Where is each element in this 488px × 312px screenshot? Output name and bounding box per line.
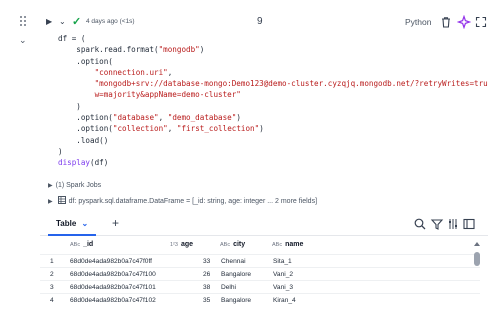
column-header-age[interactable]: 1²3 age [170,236,193,254]
table-row[interactable]: 3 68d0de4ada982b0a7c47f101 38 Delhi Vani… [40,280,480,293]
code-string: "demo_database" [167,113,237,123]
result-table: ABc _id 1²3 age ABc city ABc name 1 68d0de4a… [40,236,480,306]
code-string: "mongodb+srv://database-mongo:Demo123@de… [94,79,488,89]
code-token: df = ( [58,34,86,43]
cell-id: 68d0de4ada982b0a7c47f102 [70,297,156,304]
code-string: "database" [112,113,159,123]
code-line: .option("collection", "first_collection"… [58,123,483,134]
type-icon: ABc [220,242,231,248]
collapse-cell-chevron-icon[interactable]: ⌄ [19,36,27,45]
search-icon[interactable] [413,217,427,231]
code-editor[interactable]: df = ( spark.read.format("mongodb") .opt… [58,33,488,169]
expand-icon[interactable] [474,15,488,29]
spark-jobs-toggle[interactable]: ▶ (1) Spark Jobs [48,181,101,191]
table-header: ABc _id 1²3 age ABc city ABc name [40,236,480,254]
code-line: .option("database", "demo_database") [58,112,483,123]
column-name: city [233,241,246,248]
filter-icon[interactable] [430,217,444,231]
column-name: age [180,241,194,248]
code-string: "mongodb" [158,45,200,55]
code-token: .option( [58,56,113,66]
table-row[interactable]: 4 68d0de4ada982b0a7c47f102 35 Bangalore … [40,293,480,306]
code-token: ) [199,45,205,55]
chevron-right-icon: ▶ [48,199,53,205]
code-line: ) [58,101,483,112]
sparkle-icon[interactable] [456,14,472,30]
code-token: (df) [90,158,109,168]
tab-table-label: Table [56,219,77,228]
tab-table[interactable]: Table ⌄ [48,212,97,236]
code-string: "collection" [112,124,168,134]
cell-gutter: ⌄ [0,0,40,312]
code-token: ) [259,124,264,134]
code-line: display(df) [58,157,483,168]
execution-count: 9 [257,16,263,27]
dataframe-variable: df: [68,198,77,205]
code-token: ) [58,101,81,111]
code-line: spark.read.format("mongodb") [58,44,483,55]
scroll-thumb[interactable] [474,252,480,266]
column-header-name[interactable]: ABc name [272,236,303,254]
dataframe-schema-toggle[interactable]: ▶ df: pyspark.sql.dataframe.DataFrame = … [48,196,317,208]
code-token: ) [236,113,241,123]
cell-toolbar: ▶ ⌄ ✓ 4 days ago (<1s) 9 Python [40,12,488,32]
cell-age: 35 [203,297,211,304]
code-line: .load() [58,135,483,146]
code-line: "connection.uri", [58,67,483,78]
code-token: ) [58,146,63,156]
code-token: , [158,113,168,123]
code-string: w=majority&appName=demo-cluster" [94,90,241,100]
panel-icon[interactable] [462,217,476,231]
spark-jobs-label: (1) Spark Jobs [55,182,102,189]
chevron-down-icon[interactable]: ⌄ [82,219,89,228]
trash-icon[interactable] [439,15,453,29]
chevron-right-icon: ▶ [48,183,53,189]
run-menu-chevron-down-icon[interactable]: ⌄ [59,12,66,32]
success-check-icon: ✓ [72,16,82,28]
cell-city: Bangalore [221,297,252,304]
result-tabs: Table ⌄ + [40,212,488,236]
execution-time: 4 days ago (<1s) [86,18,135,25]
column-header-city[interactable]: ABc city [220,236,245,254]
code-line: "mongodb+srv://database-mongo:Demo123@de… [58,78,488,89]
table-scrollbar[interactable] [474,242,480,312]
cell-name: Kiran_4 [273,297,296,304]
run-cell-play-icon[interactable]: ▶ [46,12,52,32]
column-name: _id [83,241,94,248]
code-string: "connection.uri" [94,67,168,77]
code-line: ) [58,146,483,157]
table-row[interactable]: 2 68d0de4ada982b0a7c47f100 26 Bangalore … [40,267,480,280]
code-token: .option( [58,113,113,123]
code-token: spark.read.format( [58,45,159,55]
code-line: w=majority&appName=demo-cluster" [58,89,483,100]
table-icon [57,196,66,208]
column-name: name [285,241,304,248]
scroll-up-arrow-icon[interactable] [474,242,480,246]
code-token: .option( [58,124,113,134]
code-token: , [167,124,177,134]
type-icon: ABc [272,242,283,248]
type-icon: 1²3 [170,242,178,248]
row-number: 4 [50,297,54,304]
code-string: "first_collection" [176,124,260,134]
column-header-id[interactable]: ABc _id [70,236,93,254]
language-selector[interactable]: Python [405,12,431,32]
add-tab-button[interactable]: + [112,212,119,234]
code-token: .load() [58,135,109,145]
drag-handle-icon[interactable] [20,16,30,28]
code-token: , [167,67,173,77]
code-token: display [58,158,91,168]
code-line: .option( [58,56,483,67]
table-row[interactable]: 1 68d0de4ada982b0a7c47f0ff 33 Chennai Si… [40,254,480,267]
column-settings-icon[interactable] [446,217,460,231]
dataframe-type: pyspark.sql.dataframe.DataFrame = [_id: … [78,198,318,205]
type-icon: ABc [70,242,81,248]
code-line: df = ( [58,33,483,44]
